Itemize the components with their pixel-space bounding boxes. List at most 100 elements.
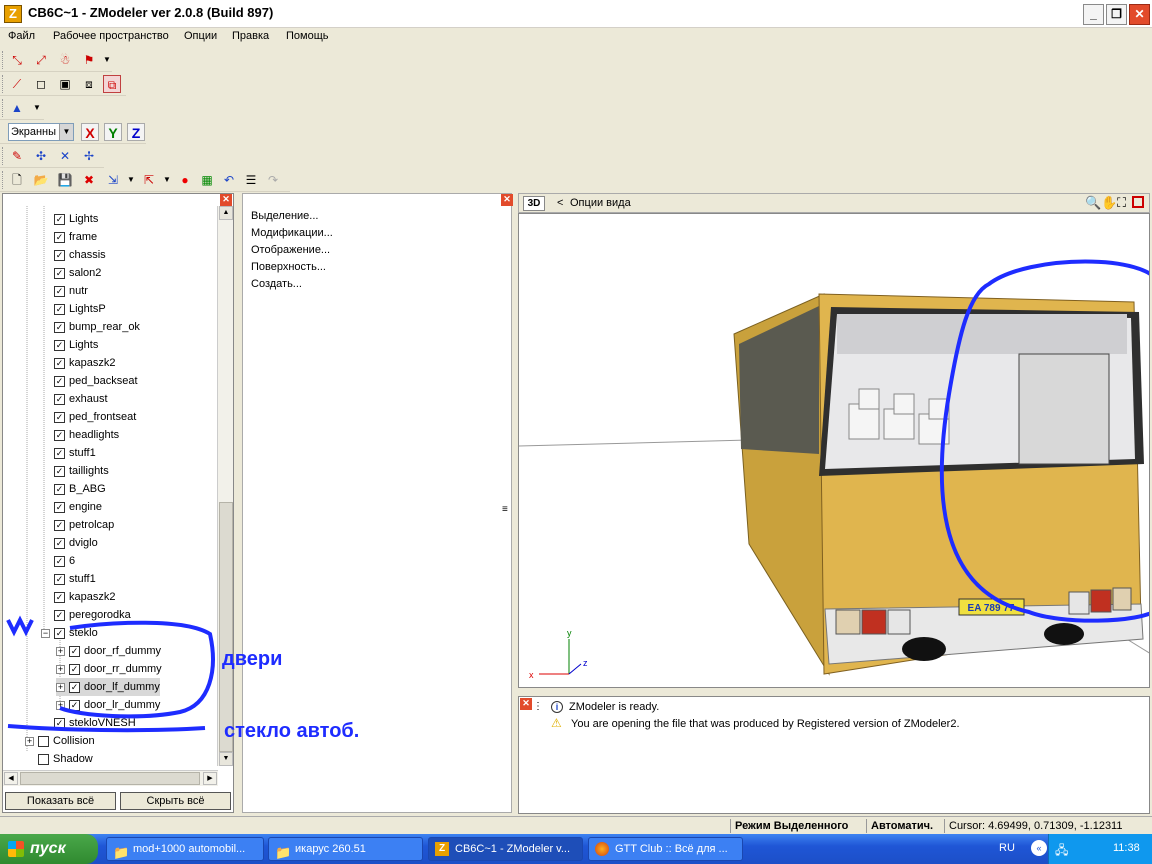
select-edge-icon[interactable]: ⤢ (32, 51, 50, 69)
tree-item[interactable]: ✓ LightsP (54, 300, 106, 318)
tree-item[interactable]: ✓ exhaust (54, 390, 108, 408)
visibility-checkbox[interactable] (38, 753, 49, 765)
close-button[interactable]: ✕ (1129, 4, 1150, 25)
selection-mode-status[interactable]: Режим Выделенного (730, 819, 848, 833)
tree-item[interactable]: ✓ Lights (54, 336, 98, 354)
scroll-down-icon[interactable]: ▼ (219, 752, 233, 766)
vertex-mode-icon[interactable]: ⟋ (8, 75, 26, 93)
task-firefox[interactable]: GTT Club :: Всё для ... (588, 837, 743, 861)
tree-item[interactable]: ✓ 6 (54, 552, 75, 570)
option-modifications[interactable]: Модификации... (251, 227, 333, 239)
tree-item[interactable]: ✓ chassis (54, 246, 106, 264)
view-options-label[interactable]: Опции вида (570, 197, 631, 209)
tree-item[interactable]: ✓ Lights (54, 210, 98, 228)
close-icon[interactable]: ✕ (520, 698, 532, 710)
axis-x-button[interactable]: X (81, 123, 99, 141)
select-group-icon[interactable]: ⚑ (80, 51, 98, 69)
axis-z-button[interactable]: Z (127, 123, 145, 141)
tree-item[interactable]: Shadow (38, 750, 93, 766)
tree-item[interactable]: ✓ kapaszk2 (54, 588, 115, 606)
minimize-button[interactable]: _ (1083, 4, 1104, 25)
menu-options[interactable]: Опции (184, 30, 217, 42)
visibility-checkbox[interactable]: ✓ (54, 591, 65, 603)
tree-item[interactable]: ✓ petrolcap (54, 516, 114, 534)
auto-status[interactable]: Автоматич. (866, 819, 933, 833)
tree-item[interactable]: ✓ ped_backseat (54, 372, 138, 390)
visibility-checkbox[interactable]: ✓ (54, 213, 65, 225)
visibility-checkbox[interactable]: ✓ (54, 393, 65, 405)
3d-viewport[interactable]: EA 789 77 y x z (518, 213, 1150, 688)
image-icon[interactable]: ▦ (198, 171, 216, 189)
visibility-checkbox[interactable]: ✓ (54, 519, 65, 531)
select-person-icon[interactable]: ☃ (56, 51, 74, 69)
scale-icon[interactable]: ✢ (80, 147, 98, 165)
scroll-left-icon[interactable]: ◀ (4, 772, 18, 785)
tree-item[interactable]: ✓ dviglo (54, 534, 98, 552)
tree-item[interactable]: ✓ stuff1 (54, 570, 96, 588)
visibility-checkbox[interactable]: ✓ (54, 483, 65, 495)
task-folder-mod[interactable]: 📁 mod+1000 automobil... (106, 837, 264, 861)
show-all-button[interactable]: Показать всё (5, 792, 116, 810)
visibility-checkbox[interactable]: ✓ (54, 537, 65, 549)
visibility-checkbox[interactable]: ✓ (54, 321, 65, 333)
tree-item[interactable]: ✓ frame (54, 228, 97, 246)
visibility-checkbox[interactable]: ✓ (54, 267, 65, 279)
visibility-checkbox[interactable]: ✓ (54, 339, 65, 351)
splitter-grip-icon[interactable]: ≡ (502, 504, 508, 515)
option-selection[interactable]: Выделение... (251, 210, 318, 222)
log-grip-icon[interactable]: ⋮ (533, 701, 543, 712)
option-surface[interactable]: Поверхность... (251, 261, 326, 273)
select-vertex-icon[interactable]: ⤡ (8, 51, 26, 69)
visibility-checkbox[interactable]: ✓ (54, 411, 65, 423)
box-mode-icon[interactable]: ⧈ (80, 75, 98, 93)
option-display[interactable]: Отображение... (251, 244, 330, 256)
tree-item[interactable]: ✓ B_ABG (54, 480, 106, 498)
open-folder-icon[interactable]: 📂 (32, 171, 50, 189)
chevron-down-icon[interactable]: ▼ (98, 51, 116, 69)
menu-help[interactable]: Помощь (286, 30, 329, 42)
tree-item[interactable]: ✓ bump_rear_ok (54, 318, 140, 336)
visibility-checkbox[interactable]: ✓ (54, 303, 65, 315)
undo-icon[interactable]: ↶ (220, 171, 238, 189)
maximize-button[interactable]: ❐ (1106, 4, 1127, 25)
hide-all-button[interactable]: Скрыть всё (120, 792, 231, 810)
visibility-checkbox[interactable]: ✓ (54, 357, 65, 369)
tree-item[interactable]: ✓ taillights (54, 462, 109, 480)
tree-item[interactable]: ✓ stuff1 (54, 444, 96, 462)
visibility-checkbox[interactable]: ✓ (54, 231, 65, 243)
chevron-left-icon[interactable]: « (1031, 840, 1047, 856)
visibility-checkbox[interactable]: ✓ (54, 447, 65, 459)
network-icon[interactable]: 🖧 (1055, 841, 1068, 862)
tree-item[interactable]: ✓ ped_frontseat (54, 408, 136, 426)
scroll-thumb[interactable] (20, 772, 200, 785)
cube-mode-icon[interactable]: ⧉ (103, 75, 121, 93)
close-icon[interactable]: ✕ (501, 194, 513, 206)
menu-edit[interactable]: Правка (232, 30, 269, 42)
axis-y-button[interactable]: Y (104, 123, 122, 141)
scroll-up-icon[interactable]: ▲ (219, 206, 233, 220)
face-mode-icon[interactable]: ◻ (32, 75, 50, 93)
visibility-checkbox[interactable]: ✓ (54, 501, 65, 513)
fit-view-icon[interactable]: ⛶ (1117, 195, 1126, 211)
start-button[interactable]: пуск (0, 834, 98, 864)
tree-item[interactable]: ✓ engine (54, 498, 102, 516)
scroll-right-icon[interactable]: ▶ (203, 772, 217, 785)
chevron-down-icon[interactable]: ▼ (158, 171, 176, 189)
import-icon[interactable]: ⇲ (104, 171, 122, 189)
task-folder-ikarus[interactable]: 📁 икарус 260.51 (268, 837, 423, 861)
zoom-icon[interactable]: 🔍 (1085, 195, 1101, 211)
rotate-icon[interactable]: ✕ (56, 147, 74, 165)
export-icon[interactable]: ⇱ (140, 171, 158, 189)
tree-item[interactable]: ✓ headlights (54, 426, 119, 444)
cone-icon[interactable]: ▲ (8, 99, 26, 117)
object-mode-icon[interactable]: ▣ (56, 75, 74, 93)
chevron-down-icon[interactable]: ▼ (122, 171, 140, 189)
pick-icon[interactable]: ✎ (8, 147, 26, 165)
visibility-checkbox[interactable]: ✓ (54, 375, 65, 387)
maximize-view-icon[interactable] (1132, 196, 1144, 208)
redo-icon[interactable]: ↷ (264, 171, 282, 189)
pan-hand-icon[interactable]: ✋ (1101, 195, 1117, 211)
chevron-down-icon[interactable]: ▼ (28, 99, 46, 117)
close-icon[interactable]: ✕ (220, 194, 232, 206)
visibility-checkbox[interactable]: ✓ (54, 573, 65, 585)
